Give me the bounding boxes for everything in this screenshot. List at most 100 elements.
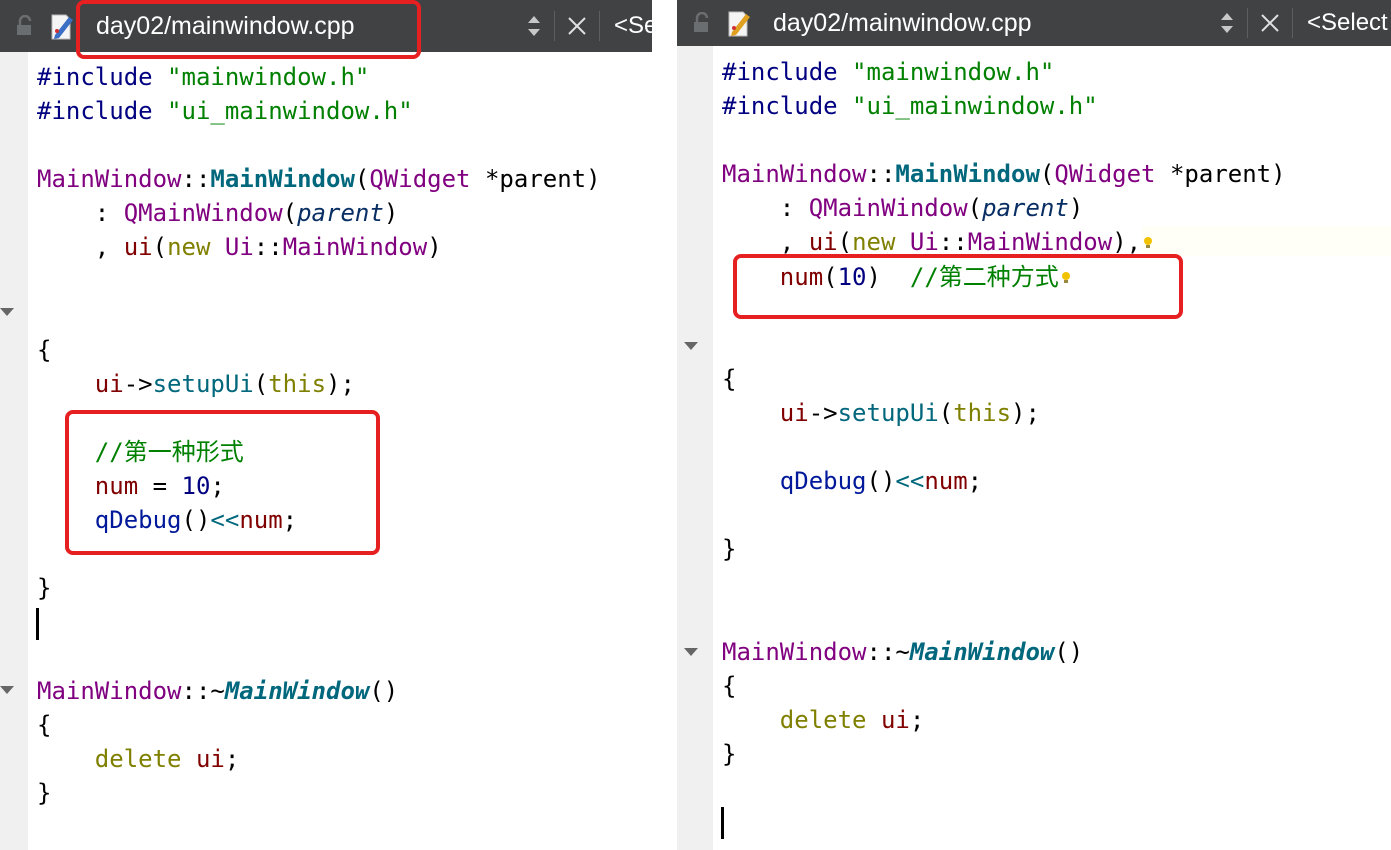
code-line[interactable]	[37, 265, 601, 299]
code-token: "mainwindow.h"	[167, 63, 370, 91]
code-token: ui	[123, 233, 153, 262]
lock-icon[interactable]	[685, 12, 719, 34]
code-token: {	[722, 364, 737, 393]
code-line[interactable]	[722, 123, 1286, 157]
code-line[interactable]: #include "ui_mainwindow.h"	[37, 94, 601, 128]
code-token: )	[1068, 194, 1084, 223]
code-line[interactable]: ui->setupUi(this);	[37, 367, 601, 401]
code-token: QMainWindow	[123, 199, 283, 228]
fold-arrow-icon[interactable]	[684, 342, 698, 350]
close-icon[interactable]	[559, 15, 595, 37]
code-token: ::~	[866, 637, 910, 666]
code-token: }	[37, 574, 52, 603]
code-token: parent	[297, 199, 384, 228]
file-name-label[interactable]: day02/mainwindow.cpp	[773, 9, 1032, 38]
code-token: MainWindow	[722, 160, 867, 189]
code-editor[interactable]: #include "mainwindow.h" #include "ui_main…	[722, 55, 1286, 771]
fold-arrow-icon[interactable]	[684, 648, 698, 656]
code-token: );	[1011, 398, 1040, 427]
code-token: "ui_mainwindow.h"	[852, 92, 1098, 121]
code-token: ;	[909, 705, 925, 734]
code-line[interactable]: MainWindow::MainWindow(QWidget *parent)	[37, 162, 601, 196]
code-token: ->	[123, 369, 153, 398]
code-token: MainWindow	[909, 637, 1055, 666]
code-line[interactable]: }	[722, 532, 1286, 566]
code-line[interactable]	[722, 328, 1286, 362]
code-line[interactable]	[722, 498, 1286, 532]
code-line[interactable]: }	[722, 737, 1286, 771]
code-line[interactable]: : QMainWindow(parent)	[722, 191, 1286, 225]
code-token: MainWindow	[895, 160, 1040, 189]
code-line[interactable]: {	[37, 708, 601, 742]
code-line[interactable]	[37, 299, 601, 333]
code-token: ,	[37, 233, 124, 262]
code-token: }	[722, 739, 737, 768]
code-token: ::	[253, 233, 283, 262]
right-editor-pane: day02/mainwindow.cpp <Select #include "m…	[677, 0, 1391, 850]
code-line[interactable]: ui->setupUi(this);	[722, 396, 1286, 430]
lock-icon[interactable]	[8, 15, 42, 37]
code-token: {	[722, 671, 737, 700]
pane-divider	[652, 0, 677, 850]
code-token: ui	[94, 369, 124, 398]
code-line[interactable]: }	[37, 571, 601, 605]
code-line[interactable]: {	[722, 362, 1286, 396]
code-token: :	[37, 199, 124, 228]
up-down-arrows-icon[interactable]	[1211, 11, 1243, 35]
code-token: (	[967, 194, 983, 223]
left-editor-pane: day02/mainwindow.cpp <Se #include "mainw…	[0, 0, 652, 850]
code-line[interactable]: #include "mainwindow.h"	[37, 60, 601, 94]
code-line[interactable]	[722, 430, 1286, 464]
close-icon[interactable]	[1252, 12, 1288, 34]
code-line[interactable]: MainWindow::~MainWindow()	[722, 635, 1286, 669]
code-token: *parent)	[1155, 160, 1286, 189]
code-line[interactable]: }	[37, 776, 601, 810]
symbol-selector[interactable]: <Select	[1307, 9, 1391, 37]
code-line[interactable]	[37, 640, 601, 674]
symbol-selector[interactable]: <Se	[614, 12, 652, 40]
code-line[interactable]: #include "ui_mainwindow.h"	[722, 89, 1286, 123]
code-token: (	[354, 165, 370, 194]
up-down-arrows-icon[interactable]	[518, 14, 550, 38]
code-line[interactable]: MainWindow::MainWindow(QWidget *parent)	[722, 157, 1286, 191]
code-token: MainWindow	[282, 233, 428, 262]
code-token: delete	[94, 744, 182, 773]
code-token: (	[282, 199, 298, 228]
code-line[interactable]	[722, 601, 1286, 635]
code-line[interactable]: delete ui;	[37, 742, 601, 776]
code-line[interactable]	[37, 606, 601, 640]
code-line[interactable]: , ui(new Ui::MainWindow)	[37, 230, 601, 264]
code-line[interactable]	[37, 128, 601, 162]
code-token: MainWindow	[37, 676, 182, 705]
code-token: new	[167, 233, 211, 262]
code-line[interactable]	[722, 566, 1286, 600]
code-token: parent	[982, 194, 1069, 223]
code-token: MainWindow	[967, 228, 1113, 257]
code-token: ;	[967, 467, 983, 496]
code-line[interactable]: delete ui;	[722, 703, 1286, 737]
code-token: num	[924, 467, 968, 496]
code-token: :	[722, 194, 809, 223]
code-token: ()	[866, 467, 896, 496]
code-token: Ui	[909, 228, 939, 257]
line-gutter	[677, 46, 713, 850]
fold-arrow-icon[interactable]	[0, 308, 14, 316]
code-line[interactable]: qDebug()<<num;	[722, 464, 1286, 498]
code-line[interactable]: {	[37, 333, 601, 367]
code-token: ()	[1054, 637, 1084, 666]
lightbulb-icon[interactable]	[1143, 236, 1153, 250]
code-token: MainWindow	[37, 165, 182, 194]
code-token: (	[253, 369, 269, 398]
code-token: )	[427, 233, 442, 262]
code-line[interactable]: {	[722, 669, 1286, 703]
fold-arrow-icon[interactable]	[0, 686, 14, 694]
code-line[interactable]: #include "mainwindow.h"	[722, 55, 1286, 89]
code-line[interactable]: : QMainWindow(parent)	[37, 196, 601, 230]
code-line[interactable]: MainWindow::~MainWindow()	[37, 674, 601, 708]
code-token: MainWindow	[224, 676, 370, 705]
